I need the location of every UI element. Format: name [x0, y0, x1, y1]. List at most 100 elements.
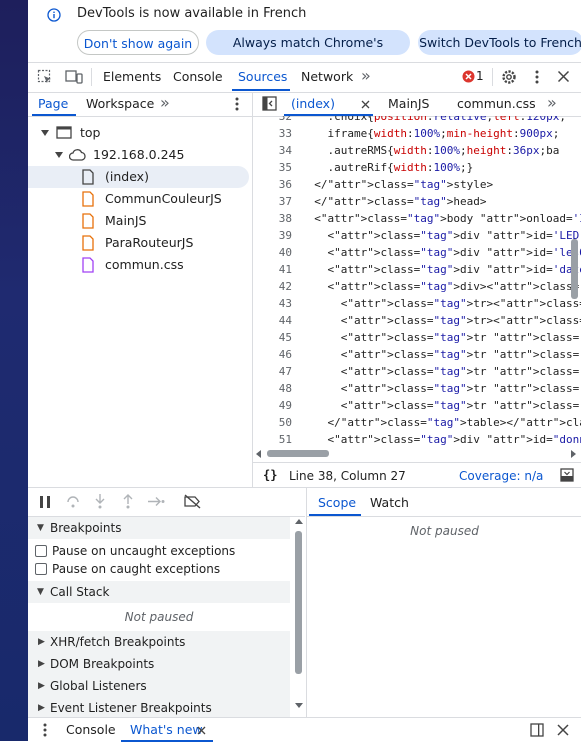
editor-horizontal-scrollbar[interactable]	[253, 447, 581, 459]
event-listener-breakpoints-section-header[interactable]: ▶ Event Listener Breakpoints	[28, 697, 290, 718]
line-number[interactable]: 51	[253, 433, 292, 446]
dont-show-again-button[interactable]: Don't show again	[77, 30, 199, 55]
code-line[interactable]: <"attr">class="tag">tr><"attr">class="ta…	[301, 297, 581, 310]
navigator-menu-icon[interactable]	[234, 96, 240, 112]
line-number[interactable]: 49	[253, 399, 292, 412]
pretty-print-icon[interactable]: {}	[263, 468, 277, 482]
pause-uncaught-checkbox[interactable]	[35, 545, 47, 557]
settings-gear-icon[interactable]	[500, 68, 518, 86]
code-line[interactable]: .autreRif{width:100%;}	[301, 161, 473, 174]
drawer-tab-console[interactable]: Console	[66, 722, 116, 737]
scrollbar-thumb[interactable]	[571, 239, 578, 299]
code-line[interactable]: </"attr">class="tag">style>	[301, 178, 493, 191]
global-listeners-section-header[interactable]: ▶ Global Listeners	[28, 675, 290, 697]
line-number[interactable]: 42	[253, 280, 292, 293]
editor-tab-mainjs[interactable]: MainJS	[388, 96, 429, 111]
inspect-element-icon[interactable]	[37, 69, 53, 85]
toggle-debugger-sidebar-icon[interactable]	[560, 468, 574, 482]
line-number[interactable]: 41	[253, 263, 292, 276]
line-number[interactable]: 46	[253, 348, 292, 361]
pause-caught-row[interactable]: Pause on caught exceptions	[28, 558, 290, 580]
pause-icon[interactable]	[39, 496, 51, 508]
code-line[interactable]: <"attr">class="tag">tr "attr">class='W'>…	[301, 365, 581, 378]
line-number[interactable]: 36	[253, 178, 292, 191]
toggle-navigator-icon[interactable]	[262, 96, 277, 111]
collapse-arrow-icon[interactable]: ▼	[37, 517, 44, 539]
scroll-left-arrow-icon[interactable]	[256, 450, 261, 458]
code-line[interactable]: <"attr">class="tag">div "attr">id='lesOn…	[301, 246, 581, 259]
tree-item-top[interactable]: top	[28, 122, 249, 144]
code-line[interactable]: .choix{position:relative;left:120px;	[301, 116, 565, 123]
tab-page[interactable]: Page	[38, 96, 68, 111]
line-number[interactable]: 48	[253, 382, 292, 395]
code-line[interactable]: .autreRMS{width:100%;height:36px;ba	[301, 144, 559, 157]
scrollbar-thumb[interactable]	[267, 450, 329, 457]
code-line[interactable]: <"attr">class="tag">body "attr">onload='…	[301, 212, 581, 227]
line-number[interactable]: 40	[253, 246, 292, 259]
deactivate-breakpoints-icon[interactable]	[184, 494, 201, 509]
code-line[interactable]: <"attr">class="tag">tr "attr">class='VA'…	[301, 348, 581, 361]
line-number[interactable]: 43	[253, 297, 292, 310]
tree-item-mainjs[interactable]: MainJS	[28, 210, 249, 232]
code-line[interactable]: <"attr">class="tag">tr><"attr">class="ta…	[301, 314, 581, 327]
more-tabs-chevron-icon[interactable]: »	[361, 66, 371, 85]
code-line[interactable]: </"attr">class="tag">head>	[301, 195, 486, 208]
expand-arrow-icon[interactable]	[55, 152, 63, 158]
code-line[interactable]: <"attr">class="tag">div><"attr">class="t…	[301, 280, 581, 293]
expand-arrow-icon[interactable]: ▶	[38, 697, 45, 718]
code-line[interactable]: <"attr">class="tag">div "attr">id='date'…	[301, 263, 581, 276]
code-line[interactable]: <"attr">class="tag">tr "attr">class='W'>…	[301, 331, 581, 344]
line-number[interactable]: 35	[253, 161, 292, 174]
close-tab-icon[interactable]	[361, 100, 370, 109]
line-number[interactable]: 50	[253, 416, 292, 429]
expand-arrow-icon[interactable]	[41, 130, 49, 136]
collapse-arrow-icon[interactable]: ▼	[37, 581, 44, 603]
tab-sources[interactable]: Sources	[238, 69, 287, 84]
dock-drawer-icon[interactable]	[530, 723, 544, 737]
line-number[interactable]: 38	[253, 212, 292, 225]
tree-item-communcss[interactable]: commun.css	[28, 254, 249, 276]
sidebar-scrollbar[interactable]	[293, 517, 303, 718]
dom-breakpoints-section-header[interactable]: ▶ DOM Breakpoints	[28, 653, 290, 675]
tab-watch[interactable]: Watch	[370, 495, 409, 510]
line-number[interactable]: 39	[253, 229, 292, 242]
more-navigator-tabs-icon[interactable]: »	[160, 93, 170, 112]
code-line[interactable]: </"attr">class="tag">table></"attr">clas…	[301, 416, 581, 429]
pause-caught-checkbox[interactable]	[35, 563, 47, 575]
expand-arrow-icon[interactable]: ▶	[38, 675, 45, 697]
code-line[interactable]: <"attr">class="tag">div "attr">id='LED'>…	[301, 229, 581, 242]
close-drawer-icon[interactable]	[557, 724, 569, 736]
device-toolbar-icon[interactable]	[65, 69, 83, 85]
breakpoints-section-header[interactable]: ▼ Breakpoints	[28, 517, 290, 539]
scroll-up-arrow-icon[interactable]	[295, 519, 303, 524]
expand-arrow-icon[interactable]: ▶	[38, 631, 45, 653]
tree-item-host[interactable]: 192.168.0.245	[28, 144, 249, 166]
coverage-link[interactable]: Coverage: n/a	[459, 469, 543, 483]
editor-vertical-scrollbar[interactable]	[568, 116, 578, 446]
scrollbar-thumb[interactable]	[295, 531, 302, 674]
editor-tab-index[interactable]: (index)	[291, 96, 335, 111]
code-line[interactable]: <"attr">class="tag">tr "attr">class='Wh'…	[301, 382, 581, 395]
switch-to-french-button[interactable]: Switch DevTools to French	[418, 30, 581, 55]
close-devtools-icon[interactable]	[557, 70, 570, 83]
more-options-icon[interactable]	[534, 69, 540, 85]
more-editor-tabs-icon[interactable]: »	[547, 93, 557, 112]
tree-item-communcouleurjs[interactable]: CommunCouleurJS	[28, 188, 249, 210]
editor-tab-communcss[interactable]: commun.css	[457, 96, 536, 111]
code-line[interactable]: iframe{width:100%;min-height:900px;	[301, 127, 559, 140]
line-number[interactable]: 44	[253, 314, 292, 327]
tree-item-index[interactable]: (index)	[28, 166, 249, 188]
call-stack-section-header[interactable]: ▼ Call Stack	[28, 581, 290, 603]
error-icon[interactable]	[462, 70, 475, 83]
scroll-right-arrow-icon[interactable]	[571, 450, 576, 458]
tab-scope[interactable]: Scope	[318, 495, 356, 510]
line-number[interactable]: 37	[253, 195, 292, 208]
tree-item-pararouteurjs[interactable]: ParaRouteurJS	[28, 232, 249, 254]
code-line[interactable]: <"attr">class="tag">tr "attr">class='Wh'…	[301, 399, 581, 412]
tab-console[interactable]: Console	[173, 69, 223, 84]
line-number[interactable]: 45	[253, 331, 292, 344]
tab-elements[interactable]: Elements	[103, 69, 161, 84]
close-whats-new-icon[interactable]	[197, 726, 206, 735]
drawer-tab-whats-new[interactable]: What's new	[130, 722, 203, 737]
error-count[interactable]: 1	[476, 69, 484, 83]
